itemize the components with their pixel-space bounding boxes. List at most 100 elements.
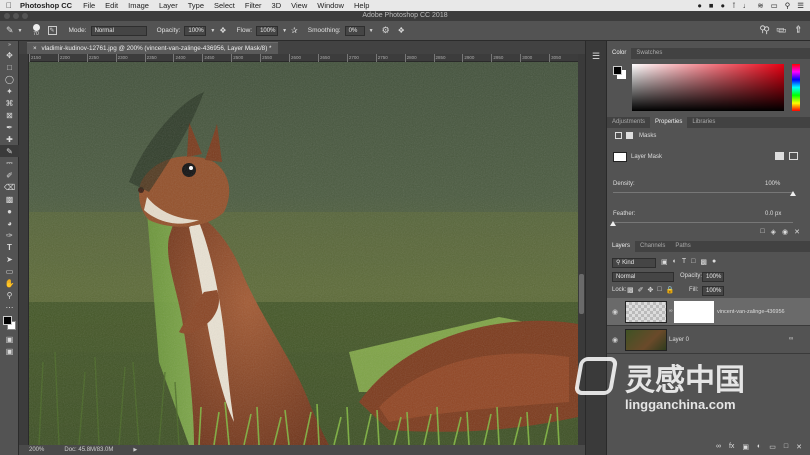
type-tool-icon[interactable]: T: [0, 241, 19, 253]
healing-brush-tool-icon[interactable]: ✚: [0, 133, 19, 145]
hue-slider[interactable]: [792, 64, 800, 111]
menu-layer[interactable]: Layer: [154, 1, 183, 10]
status-arrow-icon[interactable]: ▶: [133, 447, 137, 453]
tab-color[interactable]: Color: [607, 48, 632, 59]
menu-view[interactable]: View: [286, 1, 312, 10]
lock-all-icon[interactable]: 🔒: [666, 286, 675, 294]
flow-dropdown-icon[interactable]: ▼: [282, 28, 287, 34]
menu-app-name[interactable]: Photoshop CC: [18, 1, 78, 10]
opacity-dropdown-icon[interactable]: ▼: [210, 28, 215, 34]
add-vector-mask-icon[interactable]: [789, 152, 798, 160]
dropbox-icon[interactable]: ■: [709, 1, 714, 10]
minimize-window-button[interactable]: [13, 13, 19, 19]
feather-value[interactable]: 0.0 px: [765, 211, 781, 217]
menu-file[interactable]: File: [78, 1, 100, 10]
hand-tool-icon[interactable]: ✋: [0, 277, 19, 289]
feather-slider-handle[interactable]: [610, 221, 616, 226]
toggle-mask-visibility-icon[interactable]: ◉: [782, 228, 788, 236]
menu-window[interactable]: Window: [312, 1, 349, 10]
lock-transparent-icon[interactable]: ▩: [627, 286, 634, 294]
filter-pixel-icon[interactable]: ▣: [661, 258, 668, 266]
menu-filter[interactable]: Filter: [240, 1, 267, 10]
layer-visibility-eye-icon[interactable]: ◉: [612, 308, 618, 316]
tab-channels[interactable]: Channels: [635, 241, 670, 252]
blur-tool-icon[interactable]: ●: [0, 205, 19, 217]
horizontal-ruler[interactable]: 2150 2200 2250 2300 2350 2400 2450 2500 2550 2600…: [29, 54, 578, 62]
pen-tool-icon[interactable]: ✑: [0, 229, 19, 241]
brush-tool-icon-active[interactable]: ✎: [0, 145, 19, 157]
app-search-icon[interactable]: ⚲: [759, 24, 766, 38]
bluetooth-icon[interactable]: ⊺: [732, 1, 736, 10]
tab-libraries[interactable]: Libraries: [687, 117, 720, 128]
frame-tool-icon[interactable]: ⊠: [0, 109, 19, 121]
layer-visibility-eye-icon[interactable]: ◉: [612, 336, 618, 344]
mode-select[interactable]: Normal: [90, 25, 147, 36]
smart-object-link-icon[interactable]: ∞: [789, 336, 793, 342]
opacity-field[interactable]: 100%: [184, 25, 207, 36]
filter-toggle-icon[interactable]: ●: [712, 258, 716, 266]
brush-tool-icon[interactable]: ✎: [6, 25, 14, 36]
menu-select[interactable]: Select: [209, 1, 240, 10]
wifi-icon[interactable]: ≋: [757, 1, 763, 10]
smoothing-options-gear-icon[interactable]: ⚙: [382, 25, 390, 36]
quick-mask-icon[interactable]: ▣: [0, 333, 19, 345]
vertical-ruler[interactable]: [19, 54, 29, 445]
app-share-icon[interactable]: ⇧: [794, 24, 802, 38]
brush-preset-picker[interactable]: 70: [32, 24, 40, 37]
pressure-size-icon[interactable]: ❖: [398, 26, 405, 35]
layer-opacity-field[interactable]: 100%: [702, 272, 724, 282]
history-panel-icon[interactable]: ☰: [591, 51, 601, 61]
volume-icon[interactable]: ♩: [743, 1, 751, 10]
delete-mask-icon[interactable]: ✕: [794, 228, 800, 236]
layer-name[interactable]: Layer 0: [669, 337, 689, 343]
color-fg-bg-swatch[interactable]: [613, 66, 627, 80]
link-layers-icon[interactable]: ∞: [716, 443, 721, 451]
vector-mask-icon[interactable]: [626, 132, 633, 139]
crop-tool-icon[interactable]: ⌘: [0, 97, 19, 109]
quick-selection-tool-icon[interactable]: ✦: [0, 85, 19, 97]
select-pixel-mask-icon[interactable]: [775, 152, 784, 160]
fill-field[interactable]: 100%: [702, 286, 724, 296]
color-fg-swatch[interactable]: [613, 66, 622, 75]
filter-type-icon[interactable]: T: [682, 258, 686, 266]
lock-position-icon[interactable]: ✥: [648, 286, 654, 294]
clone-stamp-tool-icon[interactable]: ⎓: [0, 157, 19, 169]
spotlight-search-icon[interactable]: ⚲: [785, 1, 791, 10]
document-canvas[interactable]: [29, 62, 578, 445]
color-picker-field[interactable]: [632, 64, 784, 111]
lasso-tool-icon[interactable]: ◯: [0, 73, 19, 85]
feather-slider-track[interactable]: [613, 222, 793, 223]
zoom-window-button[interactable]: [22, 13, 28, 19]
blend-mode-select[interactable]: Normal: [612, 272, 674, 282]
marquee-tool-icon[interactable]: □: [0, 61, 19, 73]
new-group-icon[interactable]: ▭: [769, 443, 776, 451]
zoom-tool-icon[interactable]: ⚲: [0, 289, 19, 301]
smoothing-field[interactable]: 0%: [344, 25, 365, 36]
layer-mask-link-icon[interactable]: ∞: [669, 308, 673, 314]
tab-swatches[interactable]: Swatches: [631, 48, 667, 59]
new-layer-icon[interactable]: □: [784, 443, 788, 451]
layer-filter-kind[interactable]: ⚲ Kind: [612, 258, 656, 268]
notification-center-icon[interactable]: ☰: [797, 1, 804, 10]
pixel-mask-icon[interactable]: [615, 132, 622, 139]
density-slider-track[interactable]: [613, 192, 793, 193]
eraser-tool-icon[interactable]: ⌫: [0, 181, 19, 193]
move-tool-icon[interactable]: ✥: [0, 49, 19, 61]
flow-field[interactable]: 100%: [256, 25, 279, 36]
scrollbar-thumb[interactable]: [579, 274, 584, 314]
lock-artboard-icon[interactable]: □: [657, 286, 661, 294]
path-selection-tool-icon[interactable]: ➤: [0, 253, 19, 265]
menu-3d[interactable]: 3D: [267, 1, 287, 10]
eyedropper-tool-icon[interactable]: ✒: [0, 121, 19, 133]
filter-shape-icon[interactable]: □: [691, 258, 695, 266]
rectangle-tool-icon[interactable]: ▭: [0, 265, 19, 277]
toolbar-collapse-icon[interactable]: »: [0, 41, 19, 49]
adjustment-layer-icon[interactable]: ◐: [757, 443, 761, 451]
lock-image-icon[interactable]: ✐: [638, 286, 644, 294]
tab-paths[interactable]: Paths: [670, 241, 695, 252]
brush-settings-icon[interactable]: ✎: [47, 26, 57, 35]
tool-preset-dropdown-icon[interactable]: ▼: [18, 28, 23, 34]
filter-smart-object-icon[interactable]: ▩: [700, 258, 707, 266]
foreground-color-swatch[interactable]: [3, 316, 12, 325]
layer-row[interactable]: ◉ ∞ vincent-van-zalinge-436956: [607, 298, 810, 326]
